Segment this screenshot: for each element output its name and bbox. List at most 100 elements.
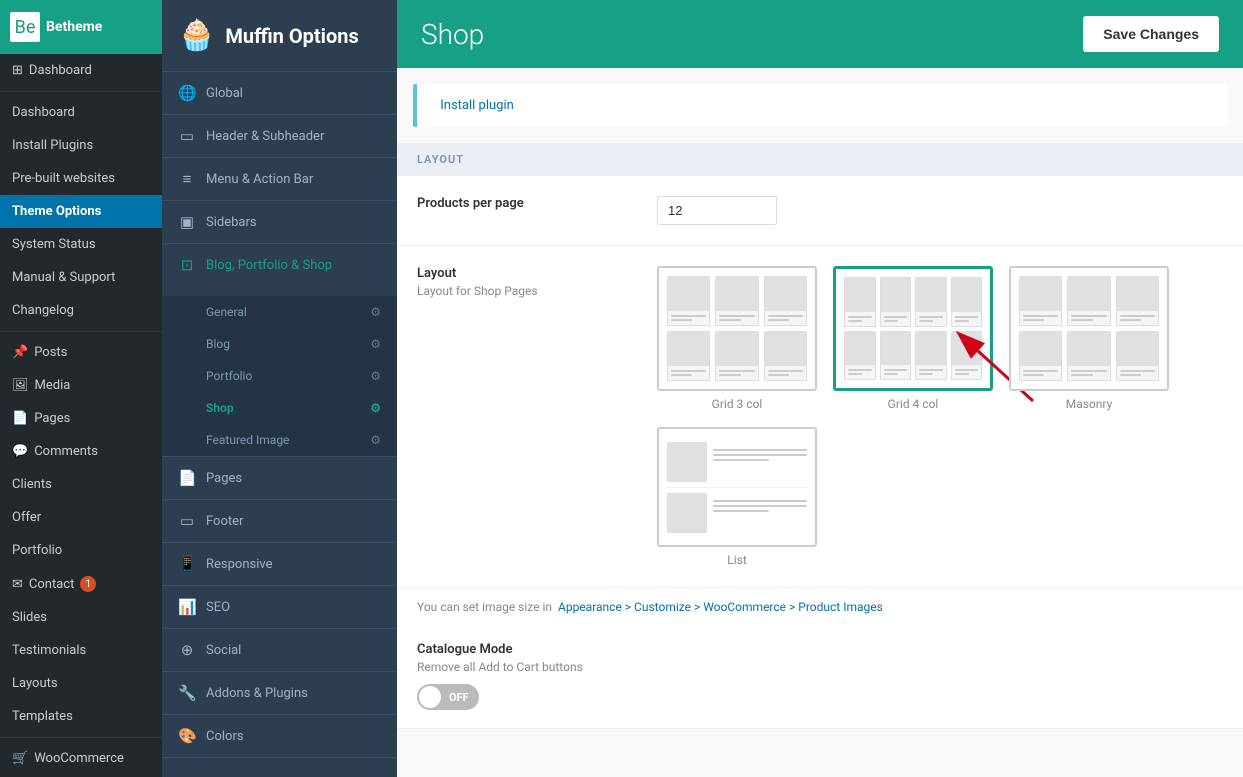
sidebar-item-prebuilt[interactable]: Pre-built websites bbox=[0, 162, 162, 195]
muffin-subnav-blog: General ⚙ Blog ⚙ Portfolio ⚙ Shop ⚙ Feat… bbox=[162, 296, 397, 456]
muffin-subnav-featured-image[interactable]: Featured Image ⚙ bbox=[162, 424, 397, 456]
sidebar-item-offer[interactable]: Offer bbox=[0, 501, 162, 534]
pages-nav-icon: 📄 bbox=[178, 469, 196, 487]
dashboard-icon: ⊞ bbox=[12, 63, 23, 78]
sidebar-item-woocommerce[interactable]: 🛒 WooCommerce bbox=[0, 742, 162, 775]
muffin-icon: 🧁 bbox=[178, 18, 215, 53]
site-header[interactable]: Be Betheme bbox=[0, 0, 162, 54]
contact-badge: 1 bbox=[80, 576, 96, 592]
layout-option-grid4[interactable]: Grid 4 col bbox=[833, 266, 993, 411]
general-gear-icon[interactable]: ⚙ bbox=[370, 305, 381, 319]
muffin-nav-addons[interactable]: 🔧 Addons & Plugins bbox=[162, 672, 397, 715]
sidebar-item-dashboard-top[interactable]: ⊞ Dashboard bbox=[0, 54, 162, 87]
list-layout-container: List bbox=[657, 427, 1169, 567]
toggle-knob bbox=[419, 686, 441, 708]
portfolio-gear-icon[interactable]: ⚙ bbox=[370, 369, 381, 383]
products-per-page-label: Products per page bbox=[417, 196, 637, 211]
muffin-subnav-portfolio[interactable]: Portfolio ⚙ bbox=[162, 360, 397, 392]
muffin-options-nav: 🧁 Muffin Options 🌐 Global ▭ Header & Sub… bbox=[162, 0, 397, 777]
media-icon: 🖼 bbox=[12, 378, 29, 393]
install-plugin-link[interactable]: Install plugin bbox=[440, 98, 514, 113]
sidebar-item-clients[interactable]: Clients bbox=[0, 468, 162, 501]
customize-link-row: You can set image size in Appearance > C… bbox=[397, 588, 1243, 626]
muffin-subnav-blog-item[interactable]: Blog ⚙ bbox=[162, 328, 397, 360]
toggle-text: OFF bbox=[441, 691, 477, 704]
muffin-header: 🧁 Muffin Options bbox=[162, 0, 397, 72]
layout-label-grid4: Grid 4 col bbox=[888, 397, 939, 411]
layout-card-masonry[interactable] bbox=[1009, 266, 1169, 391]
layout-option-list[interactable]: List bbox=[657, 427, 817, 567]
colors-icon: 🎨 bbox=[178, 727, 196, 745]
site-icon: Be bbox=[10, 12, 40, 42]
sidebar-item-system-status[interactable]: System Status bbox=[0, 228, 162, 261]
muffin-subnav-shop[interactable]: Shop ⚙ bbox=[162, 392, 397, 424]
sidebar-item-portfolio[interactable]: Portfolio bbox=[0, 534, 162, 567]
layout-options-control: Grid 3 col bbox=[657, 266, 1169, 567]
comments-icon: 💬 bbox=[12, 444, 28, 459]
muffin-nav-social[interactable]: ⊕ Social bbox=[162, 629, 397, 672]
save-button[interactable]: Save Changes bbox=[1083, 16, 1219, 52]
muffin-nav-global[interactable]: 🌐 Global bbox=[162, 72, 397, 115]
featured-image-gear-icon[interactable]: ⚙ bbox=[370, 433, 381, 447]
contact-icon: ✉ bbox=[12, 577, 23, 592]
layout-card-list[interactable] bbox=[657, 427, 817, 547]
posts-icon: 📌 bbox=[12, 345, 28, 360]
seo-icon: 📊 bbox=[178, 598, 196, 616]
catalogue-mode-toggle[interactable]: OFF bbox=[417, 684, 479, 710]
layout-option-masonry[interactable]: Masonry bbox=[1009, 266, 1169, 411]
woocommerce-notice: Install plugin bbox=[413, 84, 1227, 127]
sidebars-icon: ▣ bbox=[178, 213, 196, 231]
muffin-nav-colors[interactable]: 🎨 Colors bbox=[162, 715, 397, 758]
catalogue-mode-sub: Remove all Add to Cart buttons bbox=[417, 660, 1223, 674]
sidebar-item-testimonials[interactable]: Testimonials bbox=[0, 634, 162, 667]
muffin-nav-blog-portfolio[interactable]: ⊡ Blog, Portfolio & Shop General ⚙ Blog … bbox=[162, 244, 397, 457]
main-header: Shop Save Changes bbox=[397, 0, 1243, 68]
sidebar-item-install-plugins[interactable]: Install Plugins bbox=[0, 129, 162, 162]
sidebar-item-layouts[interactable]: Layouts bbox=[0, 667, 162, 700]
site-name: Betheme bbox=[46, 19, 102, 35]
blog-gear-icon[interactable]: ⚙ bbox=[370, 337, 381, 351]
sidebar-item-slides[interactable]: Slides bbox=[0, 601, 162, 634]
blog-icon: ⊡ bbox=[178, 256, 196, 274]
sidebar-item-posts[interactable]: 📌 Posts bbox=[0, 336, 162, 369]
layout-label-list: List bbox=[727, 553, 747, 567]
layout-row: Layout Layout for Shop Pages bbox=[397, 246, 1243, 588]
sidebar-item-templates[interactable]: Templates bbox=[0, 700, 162, 733]
muffin-nav-footer[interactable]: ▭ Footer bbox=[162, 500, 397, 543]
products-per-page-row: Products per page bbox=[397, 176, 1243, 246]
muffin-nav-seo[interactable]: 📊 SEO bbox=[162, 586, 397, 629]
sidebar-item-comments[interactable]: 💬 Comments bbox=[0, 435, 162, 468]
addons-icon: 🔧 bbox=[178, 684, 196, 702]
muffin-nav-responsive[interactable]: 📱 Responsive bbox=[162, 543, 397, 586]
muffin-title: Muffin Options bbox=[225, 24, 358, 48]
wp-admin-sidebar: Be Betheme ⊞ Dashboard Dashboard Install… bbox=[0, 0, 162, 777]
page-title: Shop bbox=[421, 18, 484, 51]
layout-card-grid4[interactable] bbox=[833, 266, 993, 391]
shop-gear-icon[interactable]: ⚙ bbox=[370, 401, 381, 415]
muffin-subnav-general[interactable]: General ⚙ bbox=[162, 296, 397, 328]
muffin-nav-header[interactable]: ▭ Header & Subheader bbox=[162, 115, 397, 158]
layout-label: Layout Layout for Shop Pages bbox=[417, 266, 637, 298]
sidebar-item-contact[interactable]: ✉ Contact 1 bbox=[0, 567, 162, 601]
muffin-nav-pages[interactable]: 📄 Pages bbox=[162, 457, 397, 500]
sidebar-item-pages[interactable]: 📄 Pages bbox=[0, 402, 162, 435]
sidebar-item-media[interactable]: 🖼 Media bbox=[0, 369, 162, 402]
catalogue-mode-label: Catalogue Mode bbox=[417, 642, 1223, 657]
sidebar-item-changelog[interactable]: Changelog bbox=[0, 294, 162, 327]
appearance-customize-link[interactable]: Appearance > Customize > WooCommerce > P… bbox=[558, 600, 883, 614]
main-content: Shop Save Changes Install plugin LAYOUT … bbox=[397, 0, 1243, 777]
sidebar-item-manual-support[interactable]: Manual & Support bbox=[0, 261, 162, 294]
pages-icon: 📄 bbox=[12, 411, 28, 426]
header-icon: ▭ bbox=[178, 127, 196, 145]
layout-options: Grid 3 col bbox=[657, 266, 1169, 411]
products-per-page-control bbox=[657, 196, 1223, 225]
layout-option-grid3[interactable]: Grid 3 col bbox=[657, 266, 817, 411]
sidebar-item-dashboard[interactable]: Dashboard bbox=[0, 96, 162, 129]
layout-card-grid3[interactable] bbox=[657, 266, 817, 391]
sidebar-item-theme-options[interactable]: Theme Options bbox=[0, 195, 162, 228]
muffin-nav-menu[interactable]: ≡ Menu & Action Bar bbox=[162, 158, 397, 201]
products-per-page-input[interactable] bbox=[657, 196, 777, 225]
muffin-nav-sidebars[interactable]: ▣ Sidebars bbox=[162, 201, 397, 244]
layout-label-masonry: Masonry bbox=[1066, 397, 1113, 411]
social-icon: ⊕ bbox=[178, 641, 196, 659]
